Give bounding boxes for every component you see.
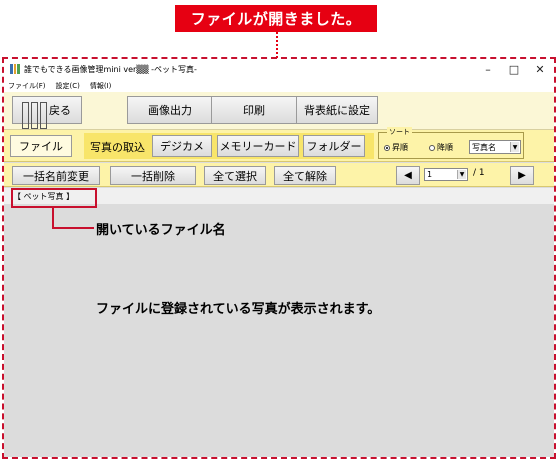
annotation-line-vertical [52,208,54,228]
annotation-line-horizontal [52,227,94,229]
import-toolbar: ファイル 写真の取込 デジカメ メモリーカード フォルダー ソート 昇順 降順 … [4,127,554,162]
print-button[interactable]: 印刷 [211,96,297,124]
dropdown-arrow-icon: ▼ [457,170,466,179]
sort-ascending-label: 昇順 [392,143,408,152]
menu-info[interactable]: 情報(I) [90,81,112,91]
set-wallpaper-button[interactable]: 背表紙に設定 [296,96,378,124]
menu-settings[interactable]: 設定(C) [56,81,80,91]
tab-highlight-box [11,188,97,208]
tab-annotation: 開いているファイル名 [96,223,226,238]
select-all-button[interactable]: 全て選択 [204,166,266,185]
sort-descending-label: 降順 [437,143,453,152]
prev-page-icon: ◀ [404,170,412,181]
back-button[interactable]: 戻る [12,96,82,129]
callout-title: ファイルが開きました。 [175,5,377,32]
app-icon [10,64,21,74]
back-button-label: 戻る [49,104,71,117]
selection-toolbar: 一括名前変更 一括削除 全て選択 全て解除 ◀ 1 ▼ / 1 ▶ [4,163,554,187]
page-current: 1 [427,170,433,179]
radio-unselected-icon [429,144,435,151]
image-output-button[interactable]: 画像出力 [127,96,213,124]
sort-group: ソート 昇順 降順 写真名 ▼ [378,127,524,159]
sort-ascending-radio[interactable]: 昇順 [384,142,408,153]
menu-file[interactable]: ファイル(F) [8,81,46,91]
deselect-all-button[interactable]: 全て解除 [274,166,336,185]
delete-all-button[interactable]: 一括削除 [110,166,196,185]
close-button[interactable]: ✕ [526,59,554,79]
prev-page-button[interactable]: ◀ [396,166,420,185]
radio-selected-icon [384,144,390,151]
file-button[interactable]: ファイル [10,135,72,157]
next-page-icon: ▶ [518,170,526,181]
camera-import-button[interactable]: デジカメ [152,135,212,157]
rename-all-button[interactable]: 一括名前変更 [12,166,100,185]
title-bar: 誰でもできる画像管理mini ver▒▒ -ペット写真- – □ ✕ [4,59,554,79]
main-toolbar: 戻る 画像出力 印刷 背表紙に設定 [4,92,554,130]
sort-key-select[interactable]: 写真名 ▼ [469,140,521,154]
callout-connector [276,32,278,58]
menu-bar: ファイル(F) 設定(C) 情報(I) [4,79,554,92]
memory-card-import-button[interactable]: メモリーカード [217,135,299,157]
sort-descending-radio[interactable]: 降順 [429,142,453,153]
app-window: 誰でもできる画像管理mini ver▒▒ -ペット写真- – □ ✕ ファイル(… [4,59,554,457]
page-total: / 1 [473,168,485,178]
folder-import-button[interactable]: フォルダー [303,135,365,157]
content-annotation: ファイルに登録されている写真が表示されます。 [96,302,381,317]
page-select[interactable]: 1 ▼ [424,168,468,181]
maximize-button[interactable]: □ [500,59,528,79]
import-label: 写真の取込 [90,141,145,154]
back-icon [22,100,50,129]
sort-legend: ソート [387,127,412,137]
window-title: 誰でもできる画像管理mini ver▒▒ -ペット写真- [24,64,197,74]
next-page-button[interactable]: ▶ [510,166,534,185]
dropdown-arrow-icon: ▼ [510,142,519,152]
minimize-button[interactable]: – [474,59,502,79]
sort-key-value: 写真名 [472,142,496,152]
